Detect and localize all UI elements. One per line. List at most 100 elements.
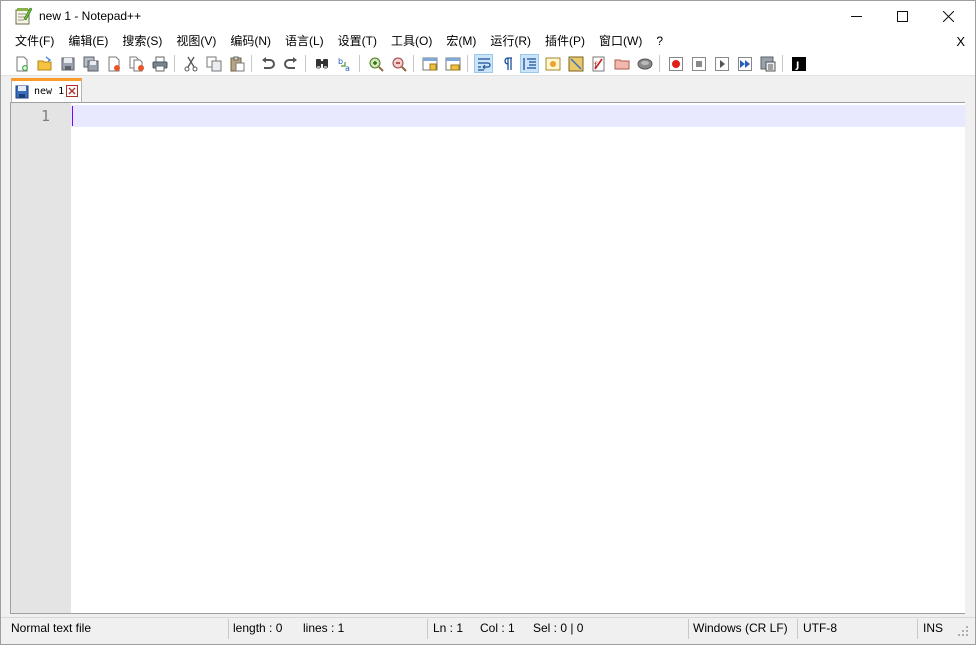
run-js-button[interactable]: J bbox=[789, 54, 808, 73]
menu-settings[interactable]: 设置(T) bbox=[331, 32, 384, 51]
status-divider bbox=[797, 619, 798, 639]
status-ln: Ln : 1 bbox=[433, 621, 464, 635]
title-bar[interactable]: new 1 - Notepad++ bbox=[1, 1, 975, 32]
close-file-icon bbox=[108, 56, 120, 71]
text-caret bbox=[72, 106, 73, 126]
close-window-button[interactable] bbox=[925, 1, 971, 32]
status-encoding[interactable]: UTF-8 bbox=[799, 618, 837, 640]
window-title: new 1 - Notepad++ bbox=[39, 9, 142, 23]
menu-edit[interactable]: 编辑(E) bbox=[61, 32, 115, 51]
menu-view[interactable]: 视图(V) bbox=[169, 32, 223, 51]
menu-plugins[interactable]: 插件(P) bbox=[538, 32, 592, 51]
toolbar-separator bbox=[659, 55, 660, 72]
save-all-icon bbox=[83, 56, 98, 71]
indent-guide-button[interactable] bbox=[520, 54, 539, 73]
notepadpp-window: new 1 - Notepad++ 文件(F) 编辑(E) 搜索(S) 视图(V… bbox=[0, 0, 976, 645]
save-all-button[interactable] bbox=[81, 54, 100, 73]
status-sel: Sel : 0 | 0 bbox=[533, 621, 584, 635]
open-file-button[interactable] bbox=[35, 54, 54, 73]
sync-vertical-button[interactable] bbox=[420, 54, 439, 73]
menu-macro[interactable]: 宏(M) bbox=[439, 32, 483, 51]
save-macro-button[interactable] bbox=[758, 54, 777, 73]
word-wrap-button[interactable] bbox=[474, 54, 493, 73]
zoom-in-icon bbox=[369, 57, 384, 72]
find-icon bbox=[315, 58, 328, 69]
lang-button[interactable] bbox=[543, 54, 562, 73]
maximize-button[interactable] bbox=[879, 1, 925, 32]
sync-horizontal-button[interactable] bbox=[443, 54, 462, 73]
save-button[interactable] bbox=[58, 54, 77, 73]
word-wrap-icon bbox=[477, 57, 491, 71]
current-line-highlight bbox=[71, 105, 965, 127]
status-lines: lines : 1 bbox=[303, 621, 345, 635]
save-icon bbox=[61, 57, 74, 70]
zoom-in-button[interactable] bbox=[366, 54, 385, 73]
line-number-gutter[interactable]: 1 bbox=[11, 103, 71, 613]
replace-button[interactable]: ba bbox=[335, 54, 354, 73]
copy-button[interactable] bbox=[204, 54, 223, 73]
print-icon bbox=[152, 56, 167, 71]
toolbar-separator bbox=[305, 55, 306, 72]
function-list-button[interactable]: f bbox=[589, 54, 608, 73]
menu-language[interactable]: 语言(L) bbox=[278, 32, 331, 51]
menu-window[interactable]: 窗口(W) bbox=[592, 32, 649, 51]
save-icon bbox=[15, 85, 29, 99]
run-macro-multiple-icon bbox=[737, 56, 752, 71]
menu-tools[interactable]: 工具(O) bbox=[384, 32, 439, 51]
status-col: Col : 1 bbox=[480, 621, 515, 635]
paste-button[interactable] bbox=[227, 54, 246, 73]
status-length: length : 0 bbox=[233, 621, 283, 635]
svg-text:a: a bbox=[345, 64, 350, 72]
redo-button[interactable] bbox=[281, 54, 300, 73]
show-all-chars-button[interactable] bbox=[497, 54, 516, 73]
close-all-button[interactable] bbox=[127, 54, 146, 73]
minimize-button[interactable] bbox=[833, 1, 879, 32]
zoom-out-icon bbox=[392, 57, 407, 72]
editor-area[interactable]: 1 bbox=[10, 102, 968, 614]
folder-workspace-button[interactable] bbox=[612, 54, 631, 73]
run-js-icon: J bbox=[791, 56, 806, 71]
tab-new-1[interactable]: new 1 bbox=[11, 78, 82, 102]
doc-map-button[interactable] bbox=[566, 54, 585, 73]
stop-macro-icon bbox=[691, 56, 706, 71]
doc-list-icon bbox=[637, 58, 652, 69]
redo-icon bbox=[283, 56, 297, 69]
stop-macro-button[interactable] bbox=[689, 54, 708, 73]
record-macro-button[interactable] bbox=[666, 54, 685, 73]
notepadpp-app-icon bbox=[15, 7, 32, 25]
resize-grip-icon[interactable] bbox=[956, 624, 970, 638]
menu-search[interactable]: 搜索(S) bbox=[115, 32, 169, 51]
find-button[interactable] bbox=[312, 54, 331, 73]
paste-icon bbox=[230, 56, 244, 71]
close-file-button[interactable] bbox=[104, 54, 123, 73]
status-eol[interactable]: Windows (CR LF) bbox=[689, 618, 788, 640]
status-divider bbox=[427, 619, 428, 639]
sync-vertical-icon bbox=[422, 57, 437, 70]
print-button[interactable] bbox=[150, 54, 169, 73]
svg-text:J: J bbox=[795, 61, 799, 71]
zoom-out-button[interactable] bbox=[389, 54, 408, 73]
status-insert-mode[interactable]: INS bbox=[919, 618, 943, 640]
close-all-icon bbox=[129, 56, 144, 71]
menu-run[interactable]: 运行(R) bbox=[483, 32, 538, 51]
close-document-button[interactable]: X bbox=[956, 32, 965, 51]
close-icon[interactable] bbox=[66, 85, 78, 97]
undo-button[interactable] bbox=[258, 54, 277, 73]
function-list-icon: f bbox=[592, 56, 604, 71]
minimize-icon bbox=[850, 16, 862, 17]
status-divider bbox=[917, 619, 918, 639]
doc-list-button[interactable] bbox=[635, 54, 654, 73]
menu-help[interactable]: ? bbox=[649, 32, 670, 51]
menu-encoding[interactable]: 编码(N) bbox=[223, 32, 278, 51]
sync-horizontal-icon bbox=[445, 57, 460, 70]
svg-text:b: b bbox=[338, 57, 343, 66]
menu-file[interactable]: 文件(F) bbox=[1, 32, 61, 51]
play-macro-button[interactable] bbox=[712, 54, 731, 73]
user-lang-icon bbox=[545, 57, 560, 70]
play-macro-icon bbox=[714, 56, 729, 71]
cut-button[interactable] bbox=[181, 54, 200, 73]
status-bar: Normal text file length : 0 lines : 1 Ln… bbox=[1, 617, 975, 639]
run-macro-multiple-button[interactable] bbox=[735, 54, 754, 73]
vertical-scrollbar[interactable] bbox=[965, 102, 973, 614]
new-file-button[interactable] bbox=[12, 54, 31, 73]
